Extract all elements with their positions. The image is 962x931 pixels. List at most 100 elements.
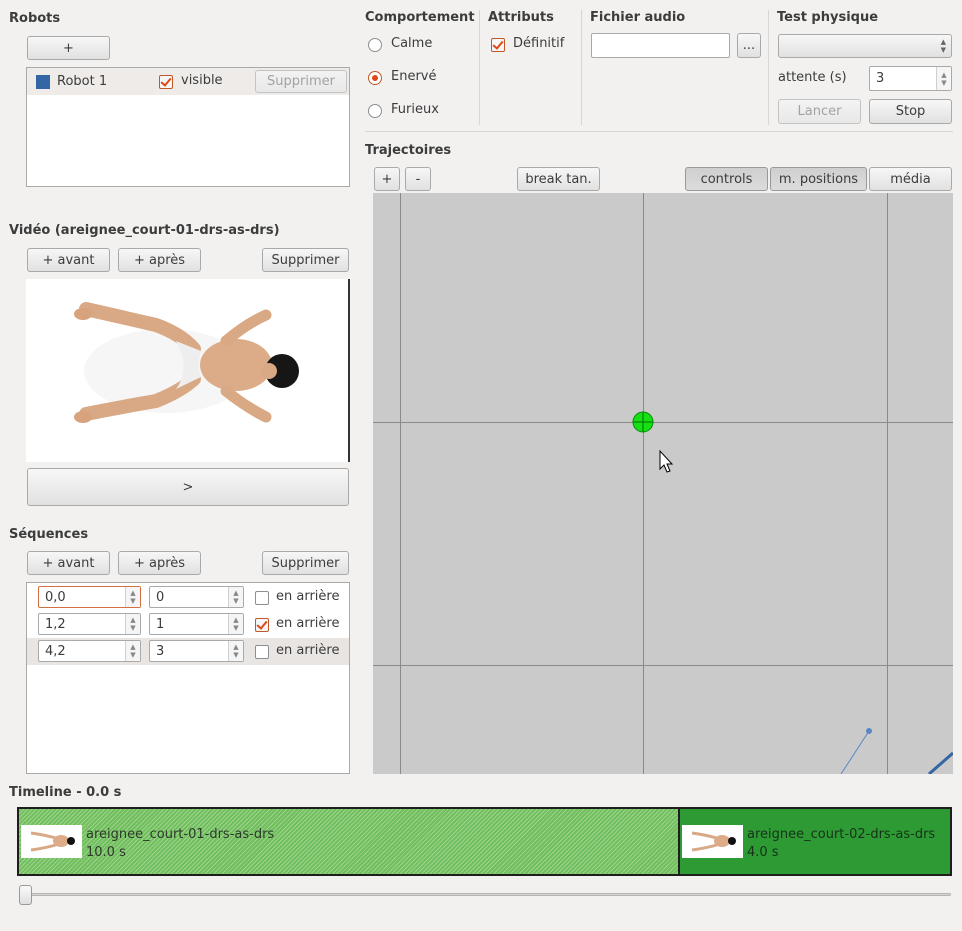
break-tangent-button[interactable]: break tan. xyxy=(517,167,600,191)
sequence-start-field[interactable]: 4,2 ▲ ▼ xyxy=(38,640,141,662)
sequence-start-value: 4,2 xyxy=(45,643,66,659)
sequences-title: Séquences xyxy=(9,527,89,542)
sequence-add-before-button[interactable]: + avant xyxy=(27,551,110,575)
video-title: Vidéo (areignee_court-01-drs-as-drs) xyxy=(9,223,280,238)
spin-arrows-icon[interactable]: ▲ ▼ xyxy=(125,587,140,607)
robot-position-marker xyxy=(632,411,654,433)
trajectory-add-button[interactable]: + xyxy=(374,167,400,191)
sequence-add-after-button[interactable]: + après xyxy=(118,551,201,575)
timeline-slider-track[interactable] xyxy=(25,893,951,896)
behavior-angry-radio[interactable] xyxy=(368,71,382,85)
sequence-start-field[interactable]: 1,2 ▲ ▼ xyxy=(38,613,141,635)
trajectory-control-point xyxy=(866,728,872,734)
media-toggle[interactable]: média xyxy=(869,167,952,191)
add-robot-button[interactable]: + xyxy=(27,36,110,60)
robots-list: Robot 1 visible Supprimer xyxy=(26,67,350,187)
sequence-reverse-label: en arrière xyxy=(276,616,340,631)
sequence-index-field[interactable]: 0 ▲ ▼ xyxy=(149,586,244,608)
controls-toggle[interactable]: controls xyxy=(685,167,768,191)
clip-name: areignee_court-01-drs-as-drs xyxy=(86,827,275,842)
video-play-button[interactable]: > xyxy=(27,468,349,506)
sequence-row: 0,0 ▲ ▼ 0 ▲ ▼ en arrière xyxy=(27,584,349,611)
timeline-clip[interactable]: areignee_court-02-drs-as-drs 4.0 s xyxy=(680,809,950,874)
audio-browse-button[interactable]: ... xyxy=(737,33,761,58)
sequence-index-field[interactable]: 1 ▲ ▼ xyxy=(149,613,244,635)
spin-arrows-icon[interactable]: ▲ ▼ xyxy=(228,641,243,661)
robot-color-swatch[interactable] xyxy=(36,75,50,89)
sequence-reverse-checkbox[interactable] xyxy=(255,645,269,659)
spider-pose-thumbnail-icon xyxy=(30,831,75,852)
trajectory-path xyxy=(840,730,870,774)
behavior-furious-label: Furieux xyxy=(391,102,439,117)
clip-duration: 10.0 s xyxy=(86,845,126,860)
sequence-index-value: 1 xyxy=(156,616,165,632)
sequence-start-field[interactable]: 0,0 ▲ ▼ xyxy=(38,586,141,608)
stop-button[interactable]: Stop xyxy=(869,99,952,124)
spin-arrows-icon[interactable]: ▲ ▼ xyxy=(228,587,243,607)
spin-arrows-icon[interactable]: ▲ ▼ xyxy=(936,67,951,90)
wait-spinbox[interactable]: 3 ▲ ▼ xyxy=(869,66,952,91)
behavior-calm-radio[interactable] xyxy=(368,38,382,52)
spin-arrows-icon[interactable]: ▲ ▼ xyxy=(125,641,140,661)
video-add-before-button[interactable]: + avant xyxy=(27,248,110,272)
clip-thumbnail xyxy=(21,825,82,858)
spin-arrows-icon[interactable]: ▲ ▼ xyxy=(125,614,140,634)
robot-row[interactable]: Robot 1 visible Supprimer xyxy=(27,68,349,95)
physics-title: Test physique xyxy=(777,10,879,25)
spin-arrows-icon[interactable]: ▲ ▼ xyxy=(228,614,243,634)
sequence-row: 1,2 ▲ ▼ 1 ▲ ▼ en arrière xyxy=(27,611,349,638)
sequence-start-value: 0,0 xyxy=(45,589,66,605)
sequence-index-field[interactable]: 3 ▲ ▼ xyxy=(149,640,244,662)
trajectory-canvas[interactable] xyxy=(373,193,953,774)
trajectories-title: Trajectoires xyxy=(365,143,452,158)
timeline-clip[interactable]: areignee_court-01-drs-as-drs 10.0 s xyxy=(19,809,678,874)
behavior-angry-label: Enervé xyxy=(391,69,437,84)
clip-name: areignee_court-02-drs-as-drs xyxy=(747,827,936,842)
definitive-label: Définitif xyxy=(513,36,565,51)
sequence-index-value: 0 xyxy=(156,589,165,605)
clip-duration: 4.0 s xyxy=(747,845,779,860)
trajectory-grid xyxy=(373,193,953,774)
mouse-cursor-icon xyxy=(659,449,674,473)
timeline-title: Timeline - 0.0 s xyxy=(9,785,122,800)
behavior-furious-radio[interactable] xyxy=(368,104,382,118)
behavior-calm-label: Calme xyxy=(391,36,433,51)
timeline-slider-handle[interactable] xyxy=(19,885,32,905)
sequence-delete-button[interactable]: Supprimer xyxy=(262,551,349,575)
sequence-start-value: 1,2 xyxy=(45,616,66,632)
sequence-index-value: 3 xyxy=(156,643,165,659)
divider xyxy=(365,131,953,132)
clip-thumbnail xyxy=(682,825,743,858)
robot-visible-label: visible xyxy=(181,73,223,88)
sequences-list: 0,0 ▲ ▼ 0 ▲ ▼ en arrière 1,2 ▲ ▼ 1 ▲ ▼ en ar… xyxy=(26,582,350,774)
sequence-reverse-label: en arrière xyxy=(276,589,340,604)
audio-title: Fichier audio xyxy=(590,10,686,25)
sequence-reverse-checkbox[interactable] xyxy=(255,618,269,632)
sequence-reverse-label: en arrière xyxy=(276,643,340,658)
robots-title: Robots xyxy=(9,11,61,26)
physics-select[interactable]: ▲ ▼ xyxy=(778,34,952,58)
attributes-title: Attributs xyxy=(488,10,554,25)
video-delete-button[interactable]: Supprimer xyxy=(262,248,349,272)
launch-button[interactable]: Lancer xyxy=(778,99,861,124)
updown-arrows-icon: ▲ ▼ xyxy=(940,38,946,54)
sequence-row: 4,2 ▲ ▼ 3 ▲ ▼ en arrière xyxy=(27,638,349,665)
divider xyxy=(581,10,582,125)
video-preview xyxy=(26,279,350,462)
robot-name: Robot 1 xyxy=(57,74,108,89)
wait-value: 3 xyxy=(876,71,885,86)
delete-robot-button[interactable]: Supprimer xyxy=(255,70,347,93)
divider xyxy=(479,10,480,125)
sequence-reverse-checkbox[interactable] xyxy=(255,591,269,605)
trajectory-path xyxy=(928,751,953,774)
positions-toggle[interactable]: m. positions xyxy=(770,167,867,191)
spider-pose-thumbnail-icon xyxy=(691,831,736,852)
video-add-after-button[interactable]: + après xyxy=(118,248,201,272)
spider-pose-figure-icon xyxy=(74,302,299,423)
robot-visible-checkbox[interactable] xyxy=(159,75,173,89)
trajectory-remove-button[interactable]: - xyxy=(405,167,431,191)
definitive-checkbox[interactable] xyxy=(491,38,505,52)
wait-label: attente (s) xyxy=(778,70,847,85)
audio-file-input[interactable] xyxy=(591,33,730,58)
timeline-track: areignee_court-01-drs-as-drs 10.0 s arei… xyxy=(17,807,952,876)
